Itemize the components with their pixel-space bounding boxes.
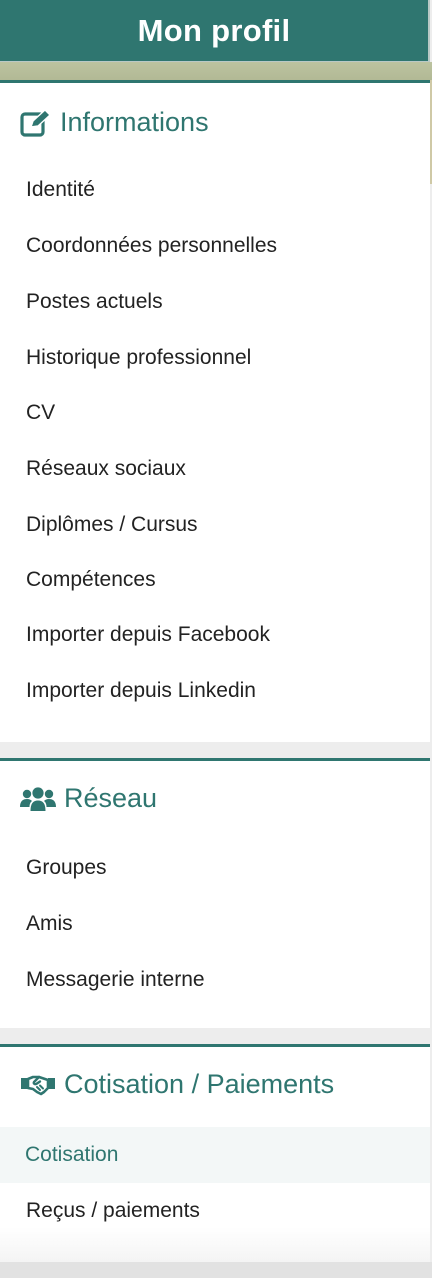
informations-title: Informations — [60, 107, 209, 137]
menu-item-cv[interactable]: CV — [0, 385, 430, 441]
menu-item-importer-facebook[interactable]: Importer depuis Facebook — [0, 607, 430, 663]
menu-item-competences[interactable]: Compétences — [0, 552, 430, 608]
menu-item-groupes[interactable]: Groupes — [0, 840, 430, 896]
reseau-title: Réseau — [64, 783, 158, 813]
reseau-heading: Réseau — [20, 783, 157, 814]
cotisation-panel: Cotisation / Paiements Cotisation Reçus … — [0, 1044, 430, 1262]
cotisation-title: Cotisation / Paiements — [64, 1069, 335, 1099]
menu-item-amis[interactable]: Amis — [0, 896, 430, 952]
menu-item-postes-actuels[interactable]: Postes actuels — [0, 274, 430, 330]
menu-item-reseaux-sociaux[interactable]: Réseaux sociaux — [0, 441, 430, 497]
bottom-divider — [0, 1262, 432, 1278]
header-divider — [0, 62, 432, 80]
menu-item-recus-paiements[interactable]: Reçus / paiements — [0, 1183, 430, 1239]
menu-item-messagerie-interne[interactable]: Messagerie interne — [0, 952, 430, 1008]
profile-menu-page: Mon profil Informations Identité Coordon… — [0, 0, 432, 1278]
menu-item-cotisation[interactable]: Cotisation — [0, 1127, 430, 1183]
reseau-panel: Réseau Groupes Amis Messagerie interne — [0, 758, 430, 1028]
informations-heading: Informations — [20, 107, 209, 138]
menu-item-diplomes-cursus[interactable]: Diplômes / Cursus — [0, 497, 430, 553]
cotisation-heading: Cotisation / Paiements — [20, 1069, 334, 1100]
edit-icon — [20, 108, 52, 137]
page-title: Mon profil — [0, 0, 430, 62]
menu-item-importer-linkedin[interactable]: Importer depuis Linkedin — [0, 663, 430, 719]
users-icon — [20, 786, 56, 812]
informations-panel: Informations Identité Coordonnées person… — [0, 80, 430, 742]
menu-item-coordonnees-personnelles[interactable]: Coordonnées personnelles — [0, 218, 430, 274]
menu-item-identite[interactable]: Identité — [0, 162, 430, 218]
handshake-icon — [20, 1074, 56, 1096]
menu-item-historique-professionnel[interactable]: Historique professionnel — [0, 330, 430, 386]
